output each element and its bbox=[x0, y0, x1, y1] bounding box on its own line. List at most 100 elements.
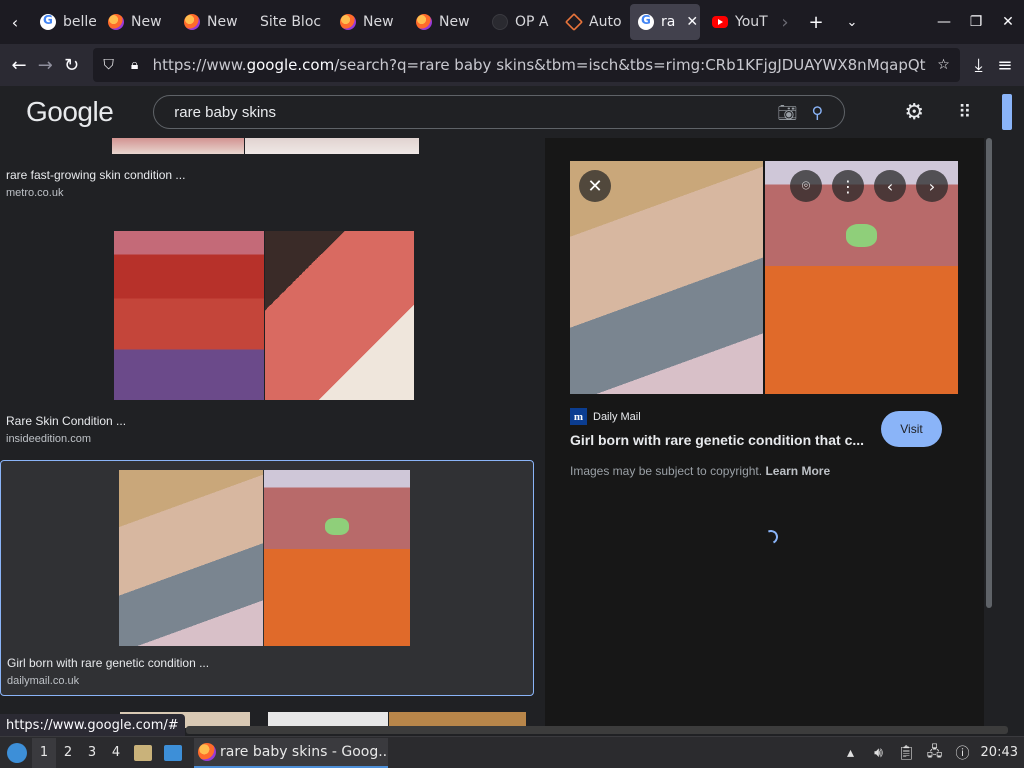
preview-title[interactable]: Girl born with rare genetic condition th… bbox=[570, 432, 875, 448]
apps-grid-icon[interactable]: ⠿ bbox=[939, 102, 989, 123]
close-window-icon[interactable]: ✕ bbox=[992, 0, 1024, 44]
tab-8-active[interactable]: ra ✕ bbox=[630, 4, 700, 40]
tab-1[interactable]: New bbox=[100, 4, 172, 40]
image-results: rare fast-growing skin condition ... met… bbox=[0, 138, 545, 728]
thumbnail-image bbox=[119, 470, 263, 646]
close-preview-icon[interactable]: ✕ bbox=[579, 170, 611, 202]
desktop-icon[interactable] bbox=[160, 740, 186, 766]
search-icon[interactable]: ⚲ bbox=[802, 103, 832, 122]
menu-icon[interactable]: ≡ bbox=[992, 49, 1018, 81]
google-logo[interactable]: Google bbox=[26, 96, 114, 128]
close-tab-icon[interactable]: ✕ bbox=[686, 14, 698, 30]
updates-icon[interactable]: ⓘ bbox=[953, 743, 973, 763]
page-scrollbar-thumb[interactable] bbox=[1002, 94, 1012, 130]
result-card[interactable]: rare fast-growing skin condition ... met… bbox=[0, 138, 534, 204]
lock-icon[interactable]: 🔒︎ bbox=[127, 57, 143, 73]
learn-more-link[interactable]: Learn More bbox=[765, 464, 830, 478]
camera-icon[interactable]: 📷︎ bbox=[772, 103, 802, 122]
system-tray: ▴ 🔊︎ 📋︎ 🖧 ⓘ 20:43 bbox=[841, 743, 1024, 763]
result-title[interactable]: rare fast-growing skin condition ... bbox=[6, 168, 185, 182]
tab-4[interactable]: New bbox=[332, 4, 404, 40]
shield-icon[interactable]: ⛉ bbox=[101, 57, 117, 73]
tab-label: New bbox=[363, 14, 394, 30]
image-preview-panel: ✕ ⌾ ⋮ ‹ › m Daily Mail Girl born with ra… bbox=[545, 138, 985, 728]
workspace-2[interactable]: 2 bbox=[56, 738, 80, 768]
next-image-icon[interactable]: › bbox=[916, 170, 948, 202]
window-controls: — ❐ ✕ bbox=[928, 0, 1024, 44]
result-title[interactable]: Rare Skin Condition ... bbox=[6, 414, 126, 428]
tab-2[interactable]: New bbox=[176, 4, 248, 40]
taskbar: 1 2 3 4 rare baby skins - Goog... ▴ 🔊︎ 📋… bbox=[0, 736, 1024, 768]
workspace-1[interactable]: 1 bbox=[32, 737, 56, 768]
back-icon[interactable]: ← bbox=[6, 49, 32, 81]
workspace-3[interactable]: 3 bbox=[80, 738, 104, 768]
tab-6[interactable]: OP A bbox=[484, 4, 554, 40]
url-path: /search?q=rare baby skins&tbm=isch&tbs=r… bbox=[334, 56, 926, 74]
result-thumbnail[interactable] bbox=[112, 138, 419, 154]
reload-icon[interactable]: ↻ bbox=[58, 49, 84, 81]
loading-spinner-icon bbox=[762, 528, 780, 546]
tab-3[interactable]: Site Bloc bbox=[252, 4, 328, 40]
thumbnail-image bbox=[114, 231, 264, 400]
url-text[interactable]: https://www.google.com/search?q=rare bab… bbox=[153, 56, 926, 74]
clipboard-icon[interactable]: 📋︎ bbox=[897, 743, 917, 763]
minimize-icon[interactable]: — bbox=[928, 0, 960, 44]
navigation-bar: ← → ↻ ⛉ 🔒︎ https://www.google.com/search… bbox=[0, 44, 1024, 86]
tab-label: YouT bbox=[735, 14, 768, 30]
search-input[interactable] bbox=[174, 103, 773, 121]
tab-label: New bbox=[439, 14, 470, 30]
thumbnail-image bbox=[245, 138, 419, 154]
result-thumbnail[interactable] bbox=[119, 470, 410, 646]
tab-label: Site Bloc bbox=[260, 14, 322, 30]
workspace-4[interactable]: 4 bbox=[104, 738, 128, 768]
source-row[interactable]: m Daily Mail bbox=[570, 408, 641, 425]
dark-site-icon bbox=[492, 14, 508, 30]
results-scrollbar-thumb[interactable] bbox=[986, 138, 992, 608]
tray-up-icon[interactable]: ▴ bbox=[841, 743, 861, 763]
network-icon[interactable]: 🖧 bbox=[925, 743, 945, 763]
downloads-icon[interactable]: ⤓ bbox=[966, 49, 992, 81]
result-site: insideedition.com bbox=[6, 433, 91, 445]
previous-image-icon[interactable]: ‹ bbox=[874, 170, 906, 202]
result-title[interactable]: Girl born with rare genetic condition ..… bbox=[7, 656, 209, 670]
result-card-selected[interactable]: Girl born with rare genetic condition ..… bbox=[0, 460, 534, 696]
results-scrollbar[interactable] bbox=[984, 86, 994, 726]
more-options-icon[interactable]: ⋮ bbox=[832, 170, 864, 202]
result-site: metro.co.uk bbox=[6, 187, 64, 199]
result-thumbnail[interactable] bbox=[114, 231, 414, 400]
result-card[interactable]: Rare Skin Condition ... insideedition.co… bbox=[0, 230, 534, 450]
list-tabs-icon[interactable]: ⌄ bbox=[834, 4, 870, 40]
firefox-icon bbox=[108, 14, 124, 30]
tab-label: New bbox=[131, 14, 162, 30]
visit-button[interactable]: Visit bbox=[881, 411, 942, 447]
firefox-icon bbox=[340, 14, 356, 30]
volume-icon[interactable]: 🔊︎ bbox=[869, 743, 889, 763]
tab-label: OP A bbox=[515, 14, 549, 30]
restore-icon[interactable]: ❐ bbox=[960, 0, 992, 44]
thumbnail-image bbox=[265, 231, 414, 400]
url-bar[interactable]: ⛉ 🔒︎ https://www.google.com/search?q=rar… bbox=[92, 48, 960, 82]
new-tab-icon[interactable]: + bbox=[798, 4, 834, 40]
status-url: https://www.google.com/# bbox=[0, 714, 185, 736]
lens-search-icon[interactable]: ⌾ bbox=[790, 170, 822, 202]
start-menu-icon[interactable] bbox=[2, 738, 32, 768]
file-manager-icon[interactable] bbox=[130, 740, 156, 766]
tab-strip: ‹ belle New New Site Bloc New New OP A A… bbox=[0, 0, 1024, 44]
search-box[interactable]: 📷︎ ⚲ bbox=[153, 95, 846, 129]
taskbar-firefox-window[interactable]: rare baby skins - Goog... bbox=[194, 737, 388, 768]
scroll-tabs-right-icon[interactable]: › bbox=[772, 4, 798, 40]
tab-9[interactable]: YouT bbox=[704, 4, 770, 40]
horizontal-scrollbar[interactable] bbox=[186, 726, 1008, 734]
forward-icon[interactable]: → bbox=[32, 49, 58, 81]
tab-5[interactable]: New bbox=[408, 4, 480, 40]
firefox-icon bbox=[184, 14, 200, 30]
clock: 20:43 bbox=[980, 745, 1018, 760]
tab-7[interactable]: Auto bbox=[558, 4, 626, 40]
settings-gear-icon[interactable]: ⚙ bbox=[889, 100, 939, 125]
bookmark-star-icon[interactable]: ☆ bbox=[936, 57, 952, 73]
copyright-text: Images may be subject to copyright. bbox=[570, 464, 763, 478]
tab-0[interactable]: belle bbox=[32, 4, 96, 40]
copyright-notice: Images may be subject to copyright. Lear… bbox=[570, 464, 830, 478]
daily-mail-logo-icon: m bbox=[570, 408, 587, 425]
scroll-tabs-left-icon[interactable]: ‹ bbox=[0, 0, 30, 44]
